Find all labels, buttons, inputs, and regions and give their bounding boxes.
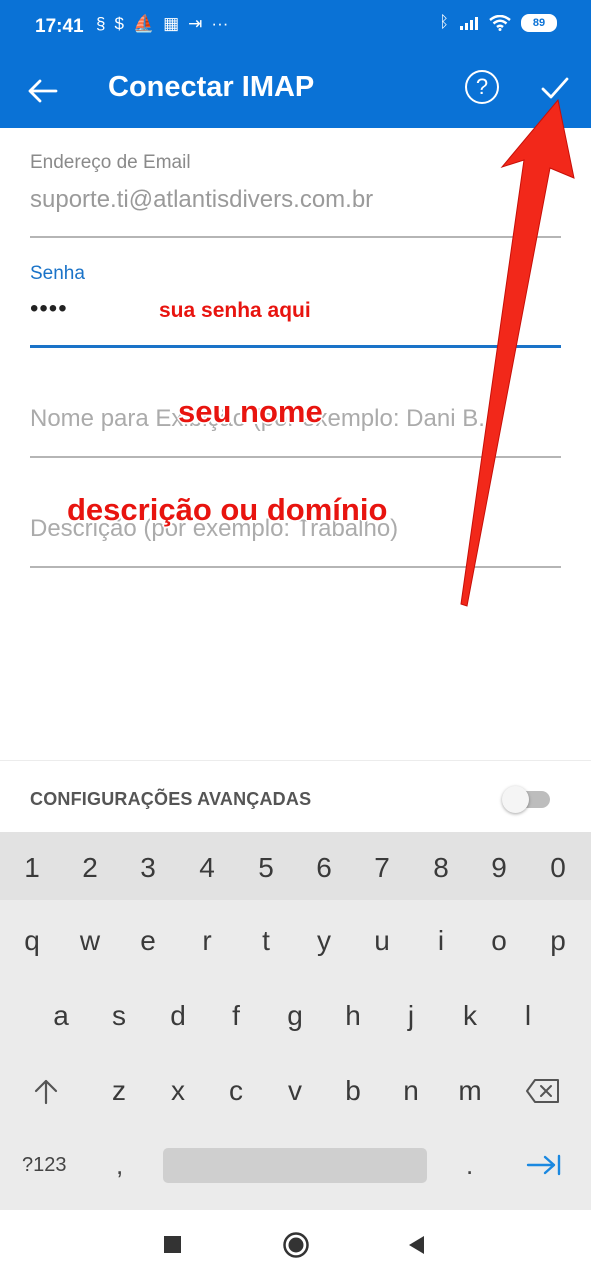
email-underline: [30, 236, 561, 238]
question-circle-icon[interactable]: ?: [465, 70, 499, 104]
email-value[interactable]: suporte.ti@atlantisdivers.com.br: [30, 186, 561, 214]
section-divider: [0, 760, 591, 761]
qr-icon: ▦: [163, 14, 180, 33]
wifi-icon: [489, 15, 511, 31]
status-bar: 17:41 § $ ⛵ ▦ ⇥ ··· ᛒ 89: [0, 0, 591, 55]
tab-next-icon[interactable]: [526, 1154, 562, 1176]
system-nav-bar: [0, 1210, 591, 1280]
password-annotation: sua senha aqui: [159, 299, 311, 322]
email-label: Endereço de Email: [30, 152, 191, 173]
key-3[interactable]: 3: [119, 852, 177, 884]
key-4[interactable]: 4: [178, 852, 236, 884]
back-triangle-icon[interactable]: [406, 1234, 426, 1256]
key-o[interactable]: o: [470, 925, 528, 957]
key-t[interactable]: t: [237, 925, 295, 957]
key-j[interactable]: j: [382, 1000, 440, 1032]
password-label: Senha: [30, 263, 85, 284]
advanced-settings-toggle[interactable]: [502, 786, 550, 813]
battery-indicator: 89: [521, 14, 557, 32]
recents-square-icon[interactable]: [164, 1236, 181, 1253]
symbols-key[interactable]: ?123: [22, 1154, 67, 1177]
page-title: Conectar IMAP: [108, 71, 315, 103]
arrow-left-icon[interactable]: [22, 69, 66, 113]
key-s[interactable]: s: [90, 1000, 148, 1032]
display-name-underline: [30, 456, 561, 458]
password-underline: [30, 345, 561, 348]
description-underline: [30, 566, 561, 568]
bluetooth-icon: ᛒ: [439, 14, 449, 31]
key-6[interactable]: 6: [295, 852, 353, 884]
email-field[interactable]: Endereço de Email suporte.ti@atlantisdiv…: [30, 152, 561, 238]
key-n[interactable]: n: [382, 1075, 440, 1107]
key-c[interactable]: c: [207, 1075, 265, 1107]
status-time: 17:41: [35, 16, 84, 37]
key-7[interactable]: 7: [353, 852, 411, 884]
key-z[interactable]: z: [90, 1075, 148, 1107]
key-w[interactable]: w: [61, 925, 119, 957]
comma-key[interactable]: ,: [116, 1150, 123, 1181]
key-d[interactable]: d: [149, 1000, 207, 1032]
space-key[interactable]: [163, 1148, 427, 1183]
key-f[interactable]: f: [207, 1000, 265, 1032]
system-icons: ᛒ 89: [439, 14, 557, 32]
keyboard-number-row: 1 2 3 4 5 6 7 8 9 0: [0, 832, 591, 900]
key-8[interactable]: 8: [412, 852, 470, 884]
key-u[interactable]: u: [353, 925, 411, 957]
key-b[interactable]: b: [324, 1075, 382, 1107]
checkmark-icon[interactable]: [538, 71, 572, 105]
dollar-icon: $: [114, 14, 124, 33]
key-v[interactable]: v: [266, 1075, 324, 1107]
key-r[interactable]: r: [178, 925, 236, 957]
key-g[interactable]: g: [266, 1000, 324, 1032]
key-1[interactable]: 1: [3, 852, 61, 884]
app-bar: Conectar IMAP ?: [0, 55, 591, 128]
key-l[interactable]: l: [499, 1000, 557, 1032]
description-annotation: descrição ou domínio: [67, 492, 388, 527]
key-2[interactable]: 2: [61, 852, 119, 884]
name-annotation: seu nome: [178, 394, 323, 429]
backspace-icon[interactable]: [525, 1078, 561, 1104]
soft-keyboard: 1 2 3 4 5 6 7 8 9 0 q w e r t y u i o p …: [0, 832, 591, 1210]
key-a[interactable]: a: [32, 1000, 90, 1032]
notification-icons: § $ ⛵ ▦ ⇥ ···: [96, 14, 228, 34]
toggle-knob: [502, 786, 529, 813]
key-5[interactable]: 5: [237, 852, 295, 884]
key-e[interactable]: e: [119, 925, 177, 957]
key-9[interactable]: 9: [470, 852, 528, 884]
key-p[interactable]: p: [529, 925, 587, 957]
more-notifications-icon: ···: [211, 14, 229, 33]
period-key[interactable]: .: [466, 1150, 473, 1181]
shift-arrow-icon[interactable]: [31, 1076, 61, 1106]
key-q[interactable]: q: [3, 925, 61, 957]
key-y[interactable]: y: [295, 925, 353, 957]
share-icon: ⇥: [188, 14, 203, 33]
key-x[interactable]: x: [149, 1075, 207, 1107]
key-m[interactable]: m: [441, 1075, 499, 1107]
key-0[interactable]: 0: [529, 852, 587, 884]
home-circle-icon[interactable]: [282, 1231, 310, 1259]
signal-icon: [460, 17, 478, 30]
key-h[interactable]: h: [324, 1000, 382, 1032]
advanced-settings-label: CONFIGURAÇÕES AVANÇADAS: [30, 789, 312, 809]
nfc-icon: §: [96, 14, 106, 33]
boat-icon: ⛵: [132, 14, 155, 33]
key-k[interactable]: k: [441, 1000, 499, 1032]
key-i[interactable]: i: [412, 925, 470, 957]
